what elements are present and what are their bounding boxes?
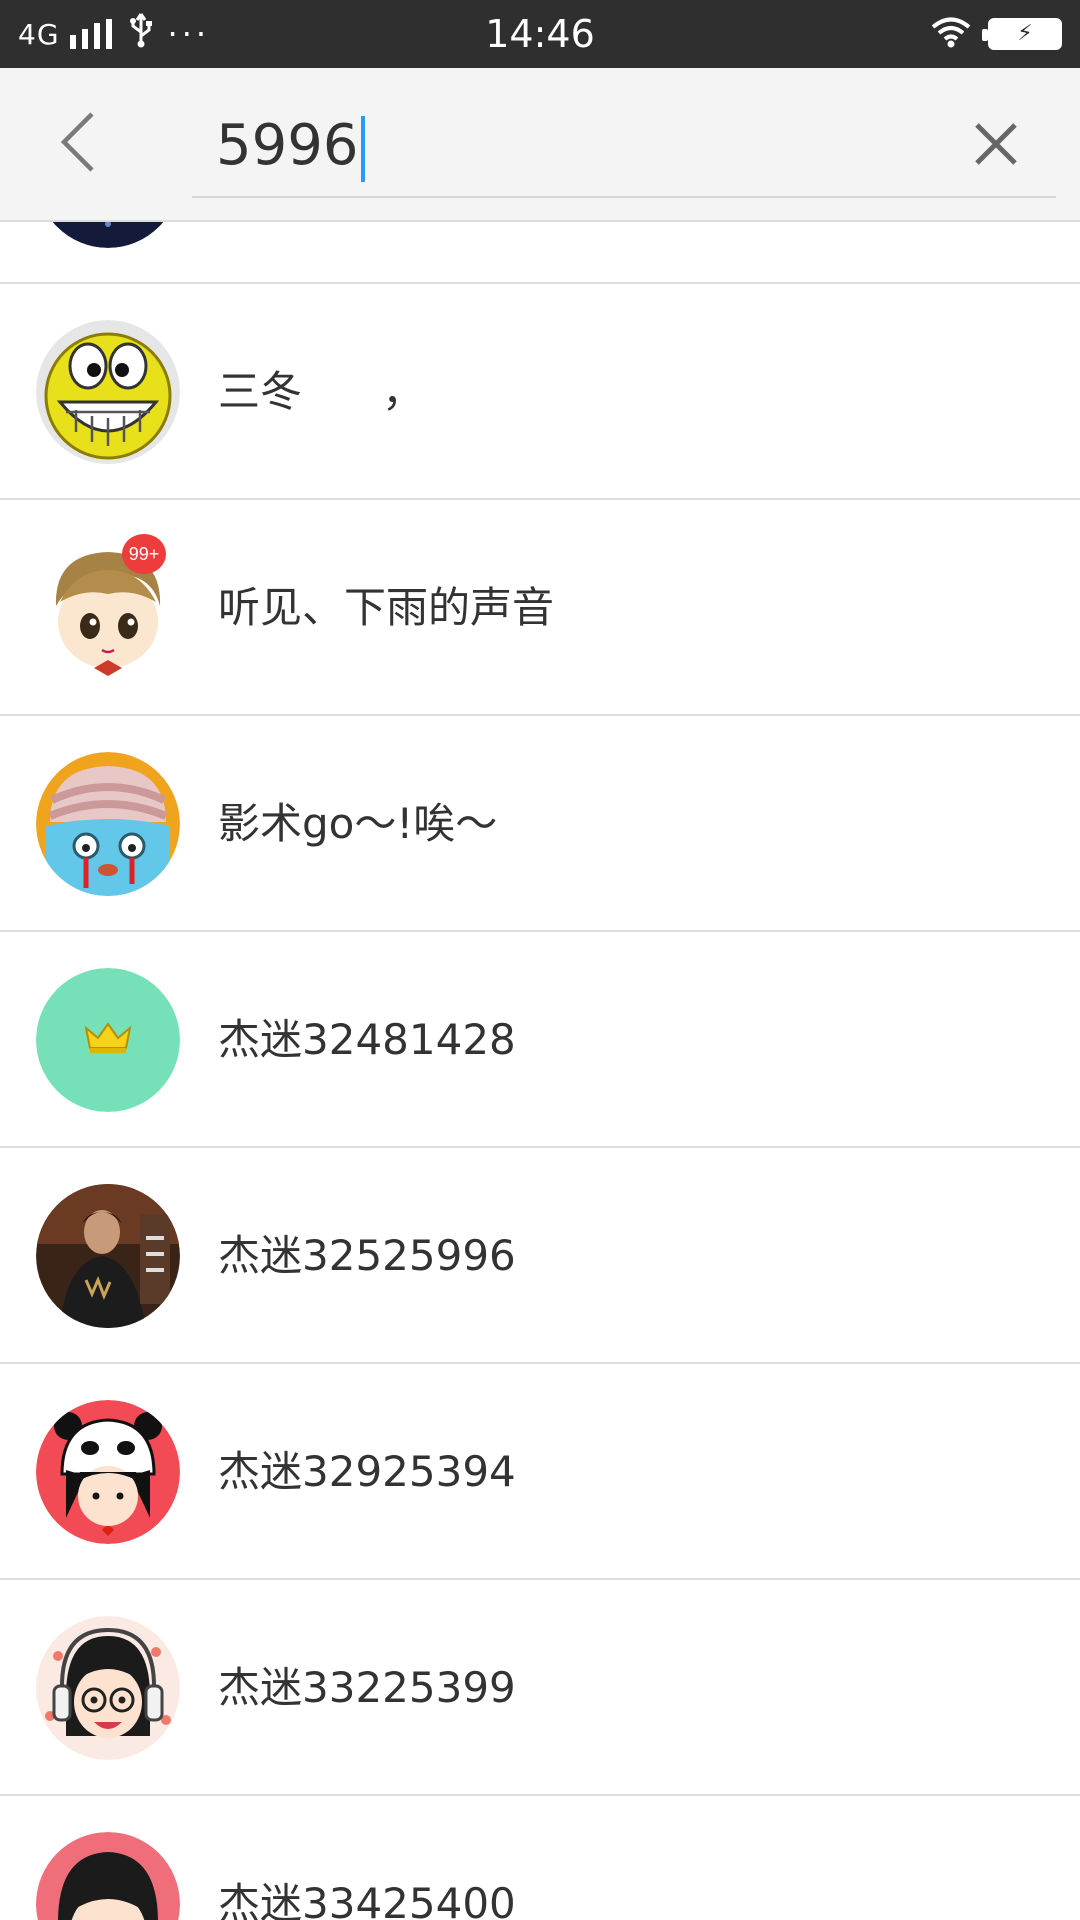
contact-name: 听见、下雨的声音 — [218, 583, 555, 632]
back-button[interactable] — [40, 104, 116, 180]
list-item[interactable]: 99+ 听见、下雨的声音 — [0, 500, 1080, 716]
unread-badge: 99+ — [122, 534, 166, 574]
list-item[interactable]: 三冬 ， — [0, 284, 1080, 500]
contact-name: 杰迷32925394 — [218, 1447, 516, 1496]
dark-partial-avatar — [36, 222, 180, 248]
search-results-list: 三冬 ， 99+ 听见、下雨的声音 影术go～!唉～ 杰迷32481428 杰迷… — [0, 222, 1080, 1920]
contact-name: 杰迷32481428 — [218, 1015, 516, 1064]
list-item[interactable] — [0, 222, 1080, 284]
contact-name: 影术go～!唉～ — [218, 799, 498, 848]
back-chevron-icon — [60, 112, 94, 172]
panda-hat-girl-avatar — [36, 1400, 180, 1544]
cartoon-partial-avatar — [36, 1832, 180, 1920]
cartoon-boy-avatar: 99+ — [36, 534, 180, 680]
clear-x-icon — [975, 123, 1017, 165]
list-item[interactable]: 杰迷33225399 — [0, 1580, 1080, 1796]
battery-charging-icon: ⚡ — [982, 18, 1062, 50]
search-header: 5996 — [0, 68, 1080, 222]
photo-person-avatar — [36, 1184, 180, 1328]
clock: 14:46 — [485, 12, 595, 56]
wifi-icon — [930, 16, 972, 52]
grinning-smiley-avatar — [36, 320, 180, 464]
contact-name: 杰迷33225399 — [218, 1663, 516, 1712]
search-input[interactable]: 5996 — [216, 110, 365, 182]
contact-name: 杰迷33425400 — [218, 1879, 516, 1920]
status-bar: 4G ··· 14:46 ⚡ — [0, 0, 1080, 68]
status-right: ⚡ — [930, 0, 1062, 68]
list-item[interactable]: 杰迷32481428 — [0, 932, 1080, 1148]
list-item[interactable]: 杰迷32925394 — [0, 1364, 1080, 1580]
contact-name: 杰迷32525996 — [218, 1231, 516, 1280]
headphone-girl-avatar — [36, 1616, 180, 1760]
crown-default-avatar — [36, 968, 180, 1112]
search-query: 5996 — [216, 113, 359, 178]
contact-name: 三冬 ， — [218, 367, 425, 416]
list-item[interactable]: 杰迷32525996 — [0, 1148, 1080, 1364]
crying-cartoon-avatar — [36, 752, 180, 896]
text-caret — [360, 115, 365, 182]
search-box[interactable]: 5996 — [192, 100, 1056, 198]
list-item[interactable]: 杰迷33425400 — [0, 1796, 1080, 1920]
clear-button[interactable] — [960, 108, 1032, 180]
list-item[interactable]: 影术go～!唉～ — [0, 716, 1080, 932]
